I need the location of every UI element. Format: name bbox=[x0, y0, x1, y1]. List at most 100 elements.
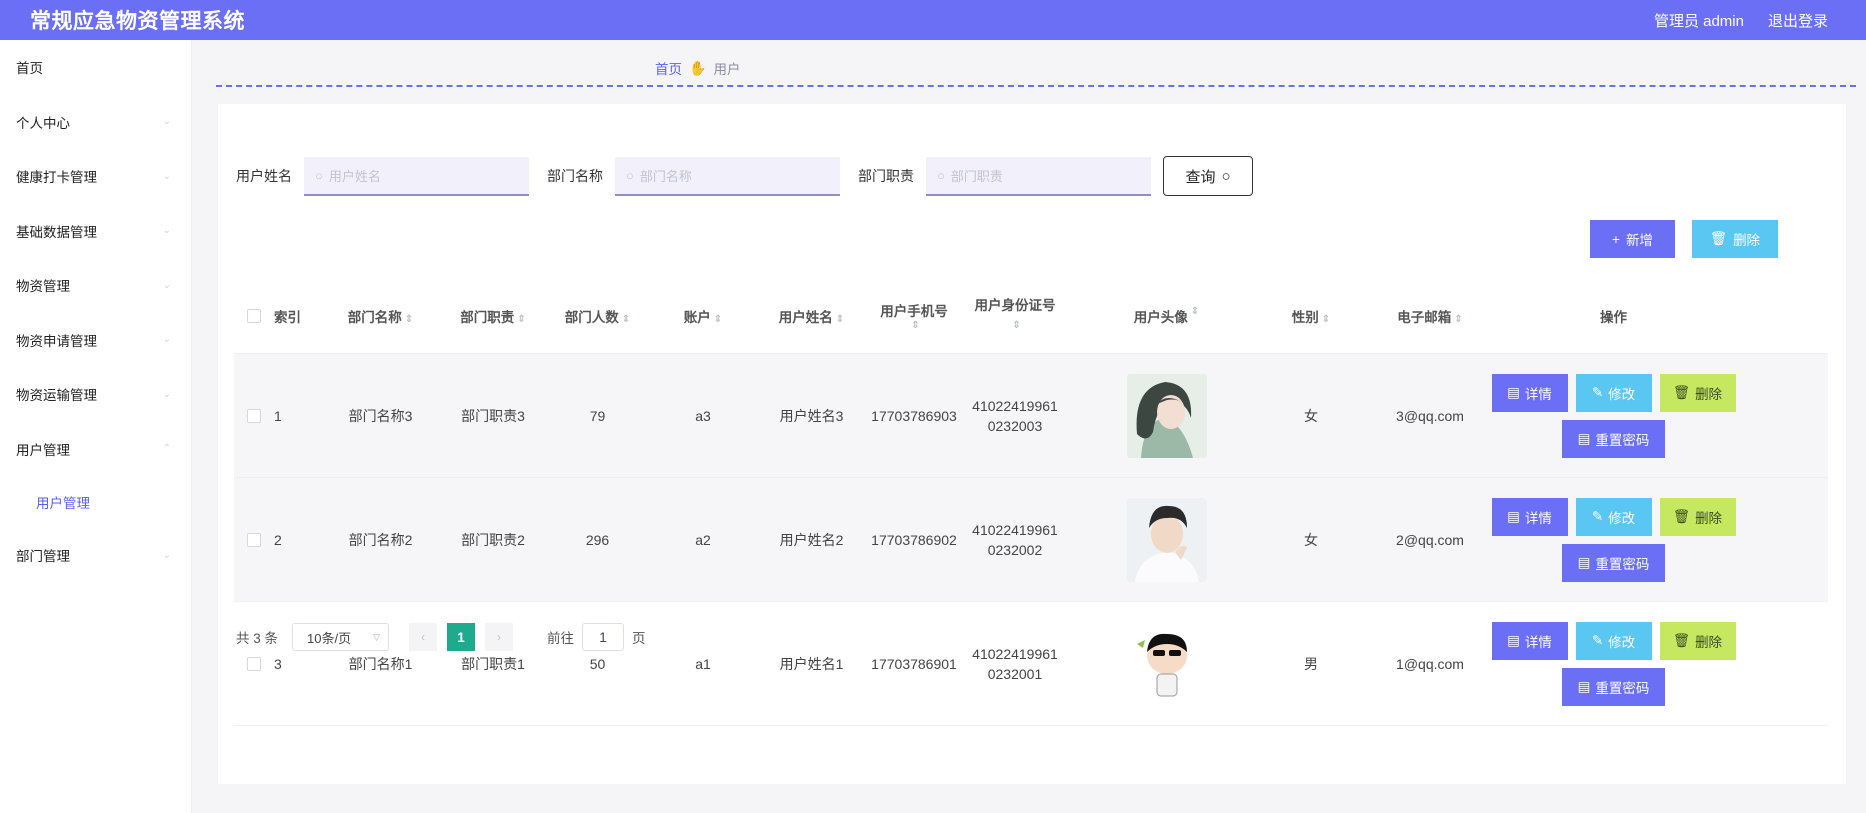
sidebar-item-user-management[interactable]: 用户管理 ⌃ bbox=[0, 422, 191, 477]
header-account[interactable]: 账户 ⇕ bbox=[651, 306, 755, 326]
edit-button[interactable]: ✎ 修改 bbox=[1575, 621, 1652, 660]
row-checkbox[interactable] bbox=[234, 408, 274, 423]
header-dept-name[interactable]: 部门名称 ⇕ bbox=[319, 306, 442, 326]
header-ops: 操作 bbox=[1600, 309, 1627, 325]
detail-button[interactable]: ▤ 详情 bbox=[1491, 373, 1568, 412]
sidebar-item-home[interactable]: 首页 bbox=[0, 40, 191, 95]
cell-avatar bbox=[1070, 621, 1263, 706]
avatar[interactable] bbox=[1126, 373, 1207, 458]
hand-separator-icon: ✋ bbox=[689, 59, 707, 76]
header-dept-duty[interactable]: 部门职责 ⇕ bbox=[442, 306, 544, 326]
batch-delete-button[interactable]: 🗑 删除 bbox=[1692, 220, 1778, 258]
admin-user-label[interactable]: 管理员 admin bbox=[1654, 10, 1744, 31]
reset-password-button[interactable]: ▤ 重置密码 bbox=[1562, 667, 1665, 706]
breadcrumb-home[interactable]: 首页 bbox=[655, 58, 682, 78]
cell-user-name: 用户姓名3 bbox=[779, 407, 844, 424]
cell-gender: 女 bbox=[1304, 531, 1318, 548]
sidebar-item-dept-management[interactable]: 部门管理 ⌄ bbox=[0, 528, 191, 583]
trash-icon: 🗑 bbox=[1672, 632, 1691, 648]
cell-avatar bbox=[1070, 373, 1263, 458]
row-checkbox[interactable] bbox=[234, 532, 274, 547]
duty-search-label: 部门职责 bbox=[858, 168, 914, 184]
header-gender[interactable]: 性别 ⇕ bbox=[1263, 306, 1359, 326]
goto-page-input[interactable]: 1 bbox=[582, 623, 625, 651]
sort-icon[interactable]: ⇕ bbox=[405, 314, 413, 325]
header-dept-count[interactable]: 部门人数 ⇕ bbox=[544, 306, 651, 326]
sidebar-item-materials[interactable]: 物资管理 ⌄ bbox=[0, 258, 191, 313]
delete-button[interactable]: 🗑 删除 bbox=[1659, 621, 1736, 660]
edit-button[interactable]: ✎ 修改 bbox=[1575, 497, 1652, 536]
sort-icon[interactable]: ⇕ bbox=[1191, 306, 1199, 326]
username-search-input[interactable]: ○ 用户姓名 bbox=[304, 156, 529, 196]
page-size-select[interactable]: 10条/页 ▽ bbox=[292, 623, 390, 651]
next-page-button[interactable]: › bbox=[485, 623, 514, 651]
header-id-card[interactable]: 用户身份证号 ⇕ bbox=[960, 296, 1070, 336]
pagination: 共 3 条 10条/页 ▽ ‹ 1 › 前往 1 页 bbox=[236, 623, 646, 651]
table-row: 1 部门名称3 部门职责3 79 a3 用户姓名3 17703786903 41… bbox=[234, 354, 1828, 478]
logout-link[interactable]: 退出登录 bbox=[1768, 10, 1828, 31]
content-panel: 用户姓名 ○ 用户姓名 部门名称 ○ 部门名称 部门职责 ○ 部门职责 查询 ○… bbox=[218, 104, 1846, 784]
edit-button[interactable]: ✎ 修改 bbox=[1575, 373, 1652, 412]
sort-icon[interactable]: ⇕ bbox=[517, 314, 525, 325]
detail-button[interactable]: ▤ 详情 bbox=[1491, 497, 1568, 536]
chevron-down-icon: ⌄ bbox=[162, 225, 171, 237]
header-user-name[interactable]: 用户姓名 ⇕ bbox=[755, 306, 868, 326]
sort-icon[interactable]: ⇕ bbox=[963, 316, 1070, 336]
query-button[interactable]: 查询 ○ bbox=[1163, 156, 1253, 196]
row-checkbox[interactable] bbox=[234, 656, 274, 671]
add-button[interactable]: + 新增 bbox=[1590, 220, 1675, 258]
sort-icon[interactable]: ⇕ bbox=[714, 314, 722, 325]
reset-password-button[interactable]: ▤ 重置密码 bbox=[1562, 543, 1665, 582]
sidebar-subitem-user-management[interactable]: 用户管理 bbox=[0, 476, 191, 528]
sidebar-item-material-requests[interactable]: 物资申请管理 ⌄ bbox=[0, 313, 191, 368]
detail-button-label: 详情 bbox=[1524, 386, 1552, 402]
id-card-line: 0232002 bbox=[987, 541, 1043, 558]
dept-search-input[interactable]: ○ 部门名称 bbox=[615, 156, 840, 196]
sidebar-item-profile[interactable]: 个人中心 ⌄ bbox=[0, 95, 191, 150]
duty-search-placeholder: 部门职责 bbox=[950, 168, 1003, 184]
checkbox-box bbox=[247, 656, 261, 671]
sort-icon[interactable]: ⇕ bbox=[1454, 314, 1462, 325]
id-card-line: 0232003 bbox=[987, 417, 1043, 434]
cell-dept-count: 296 bbox=[585, 531, 610, 548]
cell-dept-name: 部门名称1 bbox=[348, 655, 413, 672]
select-all-checkbox[interactable] bbox=[234, 308, 274, 323]
pencil-icon: ✎ bbox=[1591, 384, 1604, 400]
sidebar-item-material-transport[interactable]: 物资运输管理 ⌄ bbox=[0, 367, 191, 422]
prev-page-button[interactable]: ‹ bbox=[409, 623, 438, 651]
trash-icon: 🗑 bbox=[1672, 508, 1691, 524]
row-actions-line: ▤ 详情 ✎ 修改 🗑 删除 bbox=[1491, 497, 1736, 536]
detail-button[interactable]: ▤ 详情 bbox=[1491, 621, 1568, 660]
delete-button[interactable]: 🗑 删除 bbox=[1659, 497, 1736, 536]
sort-icon[interactable]: ⇕ bbox=[871, 320, 960, 331]
sidebar-item-health-checkin[interactable]: 健康打卡管理 ⌄ bbox=[0, 149, 191, 204]
sidebar-item-label: 部门管理 bbox=[16, 549, 70, 565]
header-label: 部门职责 bbox=[460, 309, 515, 325]
page-number-current[interactable]: 1 bbox=[447, 623, 476, 651]
header-label: 用户姓名 bbox=[778, 309, 833, 325]
cell-email: 2@qq.com bbox=[1396, 531, 1464, 548]
chevron-down-icon: ⌄ bbox=[162, 170, 171, 182]
duty-search-input[interactable]: ○ 部门职责 bbox=[926, 156, 1151, 196]
header-email[interactable]: 电子邮箱 ⇕ bbox=[1359, 306, 1501, 326]
page-size-value: 10条/页 bbox=[307, 630, 352, 646]
document-icon: ▤ bbox=[1577, 678, 1591, 694]
cell-account: a3 bbox=[695, 407, 711, 424]
header-phone[interactable]: 用户手机号 ⇕ bbox=[868, 300, 960, 331]
header-label: 部门人数 bbox=[564, 309, 619, 325]
avatar[interactable] bbox=[1126, 497, 1207, 582]
chevron-down-icon: ⌄ bbox=[162, 549, 171, 561]
cell-dept-name: 部门名称3 bbox=[348, 407, 413, 424]
detail-button-label: 详情 bbox=[1524, 510, 1552, 526]
avatar[interactable] bbox=[1126, 621, 1207, 706]
sort-icon[interactable]: ⇕ bbox=[836, 314, 844, 325]
sort-icon[interactable]: ⇕ bbox=[622, 314, 630, 325]
sidebar-item-basic-data[interactable]: 基础数据管理 ⌄ bbox=[0, 204, 191, 259]
top-header: 常规应急物资管理系统 管理员 admin 退出登录 bbox=[0, 0, 1866, 40]
delete-button[interactable]: 🗑 删除 bbox=[1659, 373, 1736, 412]
sort-icon[interactable]: ⇕ bbox=[1322, 314, 1330, 325]
cell-phone: 17703786902 bbox=[871, 531, 957, 548]
header-avatar[interactable]: 用户头像 ⇕ bbox=[1070, 306, 1263, 326]
reset-password-button[interactable]: ▤ 重置密码 bbox=[1562, 419, 1665, 458]
dept-search-placeholder: 部门名称 bbox=[639, 168, 692, 184]
